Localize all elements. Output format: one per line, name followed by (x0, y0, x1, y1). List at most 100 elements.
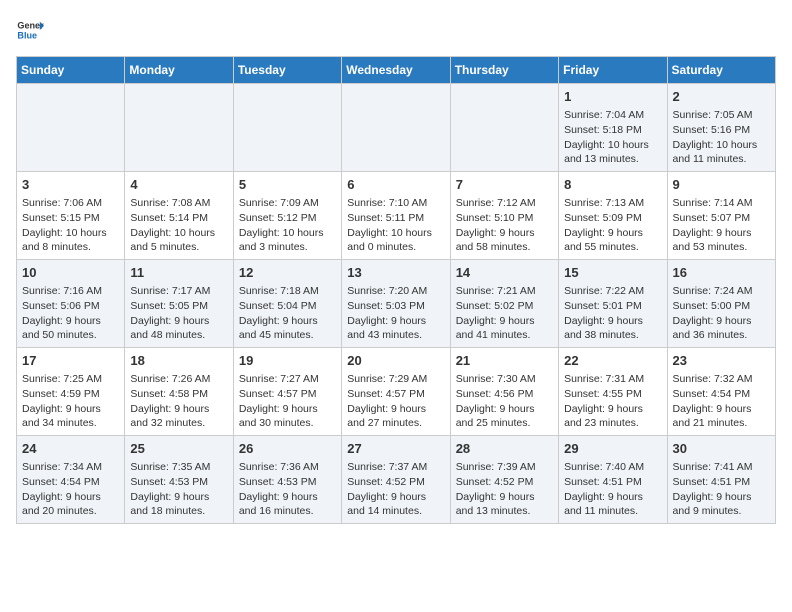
calendar-cell: 30 Sunrise: 7:41 AM Sunset: 4:51 PM Dayli… (667, 436, 775, 524)
logo: General Blue (16, 16, 44, 44)
day-number: 23 (673, 352, 770, 370)
calendar-cell: 17 Sunrise: 7:25 AM Sunset: 4:59 PM Dayli… (17, 348, 125, 436)
day-number: 3 (22, 176, 119, 194)
calendar-cell: 13 Sunrise: 7:20 AM Sunset: 5:03 PM Dayli… (342, 260, 450, 348)
weekday-header: Thursday (450, 57, 558, 84)
day-number: 9 (673, 176, 770, 194)
day-number: 4 (130, 176, 227, 194)
day-number: 12 (239, 264, 336, 282)
day-info: Sunrise: 7:16 AM Sunset: 5:06 PM Dayligh… (22, 284, 119, 343)
calendar-cell: 1 Sunrise: 7:04 AM Sunset: 5:18 PM Daylig… (559, 84, 667, 172)
calendar-cell: 24 Sunrise: 7:34 AM Sunset: 4:54 PM Dayli… (17, 436, 125, 524)
calendar-week-row: 10 Sunrise: 7:16 AM Sunset: 5:06 PM Dayli… (17, 260, 776, 348)
day-info: Sunrise: 7:08 AM Sunset: 5:14 PM Dayligh… (130, 196, 227, 255)
day-number: 16 (673, 264, 770, 282)
weekday-header: Wednesday (342, 57, 450, 84)
day-info: Sunrise: 7:20 AM Sunset: 5:03 PM Dayligh… (347, 284, 444, 343)
day-info: Sunrise: 7:06 AM Sunset: 5:15 PM Dayligh… (22, 196, 119, 255)
day-number: 19 (239, 352, 336, 370)
day-number: 14 (456, 264, 553, 282)
logo-icon: General Blue (16, 16, 44, 44)
day-info: Sunrise: 7:36 AM Sunset: 4:53 PM Dayligh… (239, 460, 336, 519)
day-number: 17 (22, 352, 119, 370)
day-info: Sunrise: 7:04 AM Sunset: 5:18 PM Dayligh… (564, 108, 661, 167)
day-number: 13 (347, 264, 444, 282)
day-number: 7 (456, 176, 553, 194)
weekday-header: Friday (559, 57, 667, 84)
day-number: 21 (456, 352, 553, 370)
day-number: 27 (347, 440, 444, 458)
calendar-cell (17, 84, 125, 172)
day-info: Sunrise: 7:05 AM Sunset: 5:16 PM Dayligh… (673, 108, 770, 167)
calendar-cell: 11Sunrise: 7:17 AM Sunset: 5:05 PM Dayli… (125, 260, 233, 348)
calendar-cell: 5 Sunrise: 7:09 AM Sunset: 5:12 PM Daylig… (233, 172, 341, 260)
day-number: 18 (130, 352, 227, 370)
day-info: Sunrise: 7:09 AM Sunset: 5:12 PM Dayligh… (239, 196, 336, 255)
calendar-cell: 28 Sunrise: 7:39 AM Sunset: 4:52 PM Dayli… (450, 436, 558, 524)
calendar-body: 1 Sunrise: 7:04 AM Sunset: 5:18 PM Daylig… (17, 84, 776, 524)
calendar-cell: 14 Sunrise: 7:21 AM Sunset: 5:02 PM Dayli… (450, 260, 558, 348)
day-info: Sunrise: 7:41 AM Sunset: 4:51 PM Dayligh… (673, 460, 770, 519)
weekday-header: Monday (125, 57, 233, 84)
day-info: Sunrise: 7:34 AM Sunset: 4:54 PM Dayligh… (22, 460, 119, 519)
page-header: General Blue (16, 16, 776, 44)
day-number: 1 (564, 88, 661, 106)
calendar-cell: 9Sunrise: 7:14 AM Sunset: 5:07 PM Daylig… (667, 172, 775, 260)
calendar-cell (233, 84, 341, 172)
day-number: 10 (22, 264, 119, 282)
calendar-cell: 27 Sunrise: 7:37 AM Sunset: 4:52 PM Dayli… (342, 436, 450, 524)
day-info: Sunrise: 7:22 AM Sunset: 5:01 PM Dayligh… (564, 284, 661, 343)
day-info: Sunrise: 7:32 AM Sunset: 4:54 PM Dayligh… (673, 372, 770, 431)
day-number: 20 (347, 352, 444, 370)
calendar-cell: 22Sunrise: 7:31 AM Sunset: 4:55 PM Dayli… (559, 348, 667, 436)
calendar-cell: 21 Sunrise: 7:30 AM Sunset: 4:56 PM Dayli… (450, 348, 558, 436)
day-info: Sunrise: 7:35 AM Sunset: 4:53 PM Dayligh… (130, 460, 227, 519)
weekday-header: Saturday (667, 57, 775, 84)
calendar-cell: 26 Sunrise: 7:36 AM Sunset: 4:53 PM Dayli… (233, 436, 341, 524)
calendar-week-row: 17 Sunrise: 7:25 AM Sunset: 4:59 PM Dayli… (17, 348, 776, 436)
day-info: Sunrise: 7:12 AM Sunset: 5:10 PM Dayligh… (456, 196, 553, 255)
day-number: 28 (456, 440, 553, 458)
day-info: Sunrise: 7:13 AM Sunset: 5:09 PM Dayligh… (564, 196, 661, 255)
calendar-cell (125, 84, 233, 172)
day-info: Sunrise: 7:30 AM Sunset: 4:56 PM Dayligh… (456, 372, 553, 431)
day-number: 26 (239, 440, 336, 458)
weekday-header-row: SundayMondayTuesdayWednesdayThursdayFrid… (17, 57, 776, 84)
day-info: Sunrise: 7:21 AM Sunset: 5:02 PM Dayligh… (456, 284, 553, 343)
calendar-cell: 20Sunrise: 7:29 AM Sunset: 4:57 PM Dayli… (342, 348, 450, 436)
calendar-cell: 25 Sunrise: 7:35 AM Sunset: 4:53 PM Dayli… (125, 436, 233, 524)
calendar-week-row: 1 Sunrise: 7:04 AM Sunset: 5:18 PM Daylig… (17, 84, 776, 172)
calendar-cell (450, 84, 558, 172)
day-number: 5 (239, 176, 336, 194)
calendar-week-row: 3 Sunrise: 7:06 AM Sunset: 5:15 PM Daylig… (17, 172, 776, 260)
calendar-cell: 2 Sunrise: 7:05 AM Sunset: 5:16 PM Daylig… (667, 84, 775, 172)
calendar-cell: 8Sunrise: 7:13 AM Sunset: 5:09 PM Daylig… (559, 172, 667, 260)
day-info: Sunrise: 7:10 AM Sunset: 5:11 PM Dayligh… (347, 196, 444, 255)
calendar-cell: 15 Sunrise: 7:22 AM Sunset: 5:01 PM Dayli… (559, 260, 667, 348)
day-info: Sunrise: 7:39 AM Sunset: 4:52 PM Dayligh… (456, 460, 553, 519)
day-number: 2 (673, 88, 770, 106)
day-info: Sunrise: 7:40 AM Sunset: 4:51 PM Dayligh… (564, 460, 661, 519)
day-info: Sunrise: 7:27 AM Sunset: 4:57 PM Dayligh… (239, 372, 336, 431)
calendar-cell: 23 Sunrise: 7:32 AM Sunset: 4:54 PM Dayli… (667, 348, 775, 436)
day-number: 22 (564, 352, 661, 370)
day-info: Sunrise: 7:24 AM Sunset: 5:00 PM Dayligh… (673, 284, 770, 343)
day-number: 15 (564, 264, 661, 282)
calendar-cell: 7 Sunrise: 7:12 AM Sunset: 5:10 PM Daylig… (450, 172, 558, 260)
day-info: Sunrise: 7:25 AM Sunset: 4:59 PM Dayligh… (22, 372, 119, 431)
day-info: Sunrise: 7:37 AM Sunset: 4:52 PM Dayligh… (347, 460, 444, 519)
calendar-cell: 12 Sunrise: 7:18 AM Sunset: 5:04 PM Dayli… (233, 260, 341, 348)
day-number: 25 (130, 440, 227, 458)
weekday-header: Tuesday (233, 57, 341, 84)
calendar-cell: 10 Sunrise: 7:16 AM Sunset: 5:06 PM Dayli… (17, 260, 125, 348)
day-number: 30 (673, 440, 770, 458)
day-info: Sunrise: 7:17 AM Sunset: 5:05 PM Dayligh… (130, 284, 227, 343)
day-number: 6 (347, 176, 444, 194)
calendar-cell: 29Sunrise: 7:40 AM Sunset: 4:51 PM Dayli… (559, 436, 667, 524)
calendar-cell: 16 Sunrise: 7:24 AM Sunset: 5:00 PM Dayli… (667, 260, 775, 348)
weekday-header: Sunday (17, 57, 125, 84)
calendar-cell: 3 Sunrise: 7:06 AM Sunset: 5:15 PM Daylig… (17, 172, 125, 260)
day-info: Sunrise: 7:18 AM Sunset: 5:04 PM Dayligh… (239, 284, 336, 343)
day-number: 24 (22, 440, 119, 458)
svg-text:Blue: Blue (17, 30, 37, 40)
